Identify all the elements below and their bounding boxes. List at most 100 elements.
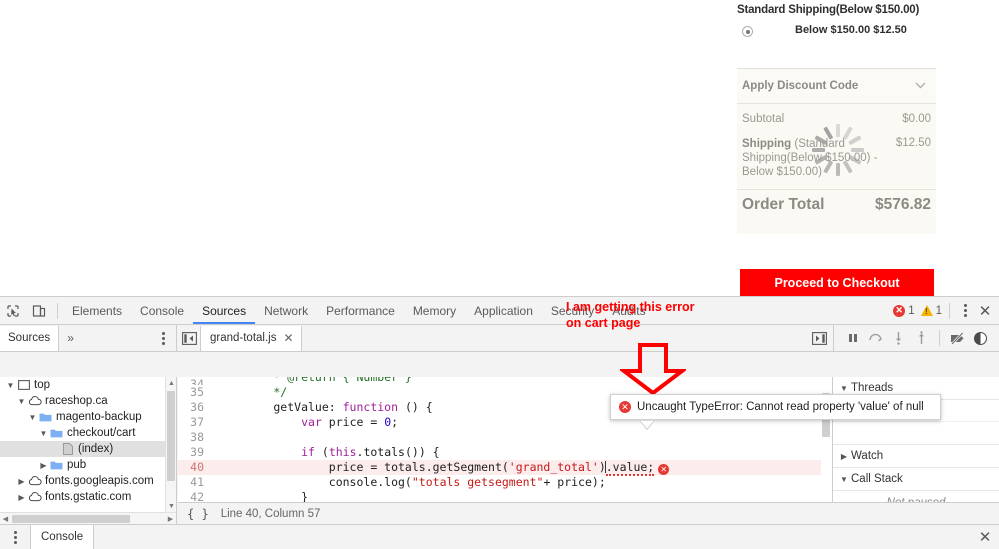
tooltip-tail bbox=[640, 419, 654, 428]
file-tab-grand-total-js[interactable]: grand-total.js ✕ bbox=[200, 326, 302, 351]
editor-subtoolbar: grand-total.js ✕ bbox=[178, 325, 833, 351]
deactivate-breakpoints-icon[interactable] bbox=[947, 327, 968, 349]
toggle-device-toolbar-icon[interactable] bbox=[26, 298, 52, 324]
disclosure-triangle-icon[interactable]: ▼ bbox=[16, 397, 27, 406]
debugger-section-hidden bbox=[833, 422, 999, 445]
close-drawer-icon[interactable]: ✕ bbox=[975, 527, 995, 547]
tab-sources[interactable]: Sources bbox=[193, 298, 255, 324]
disclosure-triangle-icon[interactable]: ▶ bbox=[38, 461, 49, 470]
devtools-menu-icon[interactable] bbox=[957, 302, 973, 320]
debugger-section-call-stack[interactable]: ▼ Call Stack bbox=[833, 468, 999, 491]
tree-item-fonts-googleapis-com[interactable]: ▶ fonts.googleapis.com bbox=[0, 473, 176, 489]
code-text: price = totals.getSegment('grand_total')… bbox=[218, 460, 669, 475]
tree-label: fonts.gstatic.com bbox=[45, 491, 131, 503]
toolbar-divider bbox=[57, 303, 58, 319]
more-tabs-icon[interactable]: » bbox=[59, 331, 82, 345]
navigator-vertical-scrollbar[interactable]: ▲ ▼ bbox=[165, 377, 176, 512]
navigator-horizontal-scrollbar[interactable]: ◀ ▶ bbox=[0, 512, 176, 524]
show-navigator-icon[interactable] bbox=[178, 325, 200, 351]
tree-label: checkout/cart bbox=[67, 427, 135, 439]
error-icon: ✕ bbox=[893, 305, 905, 317]
console-drawer: Console ✕ bbox=[0, 524, 999, 549]
folder-icon bbox=[49, 459, 64, 472]
tab-audits[interactable]: Audits bbox=[603, 298, 654, 324]
disclosure-triangle-icon[interactable]: ▶ bbox=[16, 477, 27, 486]
inspect-element-icon[interactable] bbox=[0, 298, 26, 324]
tab-application[interactable]: Application bbox=[465, 298, 542, 324]
debugger-section-watch[interactable]: ▶ Watch bbox=[833, 445, 999, 468]
tooltip-error-icon: ✕ bbox=[619, 401, 631, 413]
code-text: var price = 0; bbox=[218, 415, 398, 430]
step-over-icon[interactable] bbox=[865, 327, 886, 349]
navigator-menu-icon[interactable] bbox=[155, 329, 171, 347]
shipping-option-row[interactable]: Below $150.00 $12.50 bbox=[737, 22, 936, 44]
scroll-right-icon[interactable]: ▶ bbox=[165, 513, 176, 524]
proceed-to-checkout-button[interactable]: Proceed to Checkout bbox=[740, 269, 934, 297]
pause-on-exceptions-icon[interactable] bbox=[970, 327, 991, 349]
error-tooltip: ✕ Uncaught TypeError: Cannot read proper… bbox=[610, 394, 941, 420]
shipping-option-label: Below $150.00 $12.50 bbox=[795, 24, 907, 36]
tab-console[interactable]: Console bbox=[131, 298, 193, 324]
close-file-tab-icon[interactable]: ✕ bbox=[283, 331, 293, 345]
loading-spinner-icon bbox=[810, 122, 866, 178]
close-devtools-icon[interactable]: ✕ bbox=[975, 301, 995, 321]
tab-elements[interactable]: Elements bbox=[63, 298, 131, 324]
step-into-icon[interactable] bbox=[888, 327, 909, 349]
shipping-radio[interactable] bbox=[742, 26, 753, 37]
disclosure-triangle-icon[interactable]: ▶ bbox=[837, 452, 851, 461]
step-out-icon[interactable] bbox=[911, 327, 932, 349]
section-label: Call Stack bbox=[851, 473, 903, 485]
navigator-subtoolbar: Sources » bbox=[0, 325, 177, 351]
disclosure-triangle-icon[interactable]: ▼ bbox=[837, 384, 851, 393]
scroll-left-icon[interactable]: ◀ bbox=[0, 513, 11, 524]
show-debugger-sidebar-icon[interactable] bbox=[805, 325, 833, 351]
scroll-up-icon[interactable]: ▲ bbox=[166, 377, 177, 389]
code-line-34: 34 * @return { Number } bbox=[178, 377, 832, 385]
editor-status-bar: { } Line 40, Column 57 bbox=[178, 502, 999, 524]
tab-performance[interactable]: Performance bbox=[317, 298, 404, 324]
line-number: 35 bbox=[178, 385, 210, 400]
disclosure-triangle-icon[interactable]: ▼ bbox=[27, 413, 38, 422]
error-count: 1 bbox=[908, 305, 914, 317]
tree-label: top bbox=[34, 379, 50, 391]
warning-count-badge[interactable]: 1 bbox=[921, 305, 942, 317]
tree-item-magento-backup[interactable]: ▼ magento-backup bbox=[0, 409, 176, 425]
tree-item-pub[interactable]: ▶ pub bbox=[0, 457, 176, 473]
tree-item-raceshop-ca[interactable]: ▼ raceshop.ca bbox=[0, 393, 176, 409]
code-text: console.log("totals getsegment"+ price); bbox=[218, 475, 606, 490]
pretty-print-icon[interactable]: { } bbox=[187, 507, 209, 521]
scrollbar-thumb[interactable] bbox=[12, 515, 130, 523]
tab-security[interactable]: Security bbox=[542, 298, 603, 324]
line-number: 36 bbox=[178, 400, 210, 415]
tree-label: raceshop.ca bbox=[45, 395, 108, 407]
inline-error-icon[interactable]: ✕ bbox=[658, 464, 669, 475]
file-tab-label: grand-total.js bbox=[210, 332, 276, 344]
shipping-method-title: Standard Shipping(Below $150.00) bbox=[737, 4, 936, 16]
code-line-40: 40 price = totals.getSegment('grand_tota… bbox=[178, 460, 832, 475]
code-text: if (this.totals()) { bbox=[218, 445, 440, 460]
tab-network[interactable]: Network bbox=[255, 298, 317, 324]
domain-icon bbox=[27, 475, 42, 488]
pause-script-icon[interactable] bbox=[842, 327, 863, 349]
tree-item-index[interactable]: ▼ (index) bbox=[0, 441, 176, 457]
drawer-menu-icon[interactable] bbox=[7, 528, 23, 546]
disclosure-triangle-icon[interactable]: ▶ bbox=[16, 493, 27, 502]
tree-item-fonts-gstatic-com[interactable]: ▶ fonts.gstatic.com bbox=[0, 489, 176, 505]
cart-page-area: Standard Shipping(Below $150.00) Below $… bbox=[0, 0, 999, 296]
disclosure-triangle-icon[interactable]: ▼ bbox=[837, 475, 851, 484]
tree-item-checkout-cart[interactable]: ▼ checkout/cart bbox=[0, 425, 176, 441]
domain-icon bbox=[27, 491, 42, 504]
tree-item-top[interactable]: ▼ top bbox=[0, 377, 176, 393]
disclosure-triangle-icon[interactable]: ▼ bbox=[5, 381, 16, 390]
scrollbar-thumb[interactable] bbox=[167, 391, 175, 481]
error-count-badge[interactable]: ✕ 1 bbox=[893, 305, 914, 317]
tab-memory[interactable]: Memory bbox=[404, 298, 465, 324]
section-label: Watch bbox=[851, 450, 883, 462]
navigator-tab-sources[interactable]: Sources bbox=[0, 326, 59, 351]
drawer-tab-console[interactable]: Console bbox=[30, 525, 94, 549]
line-number: 37 bbox=[178, 415, 210, 430]
apply-discount-code-row[interactable]: Apply Discount Code bbox=[737, 70, 936, 104]
disclosure-triangle-icon[interactable]: ▼ bbox=[38, 429, 49, 438]
chevron-down-icon bbox=[915, 82, 926, 89]
scroll-down-icon[interactable]: ▼ bbox=[166, 500, 177, 512]
